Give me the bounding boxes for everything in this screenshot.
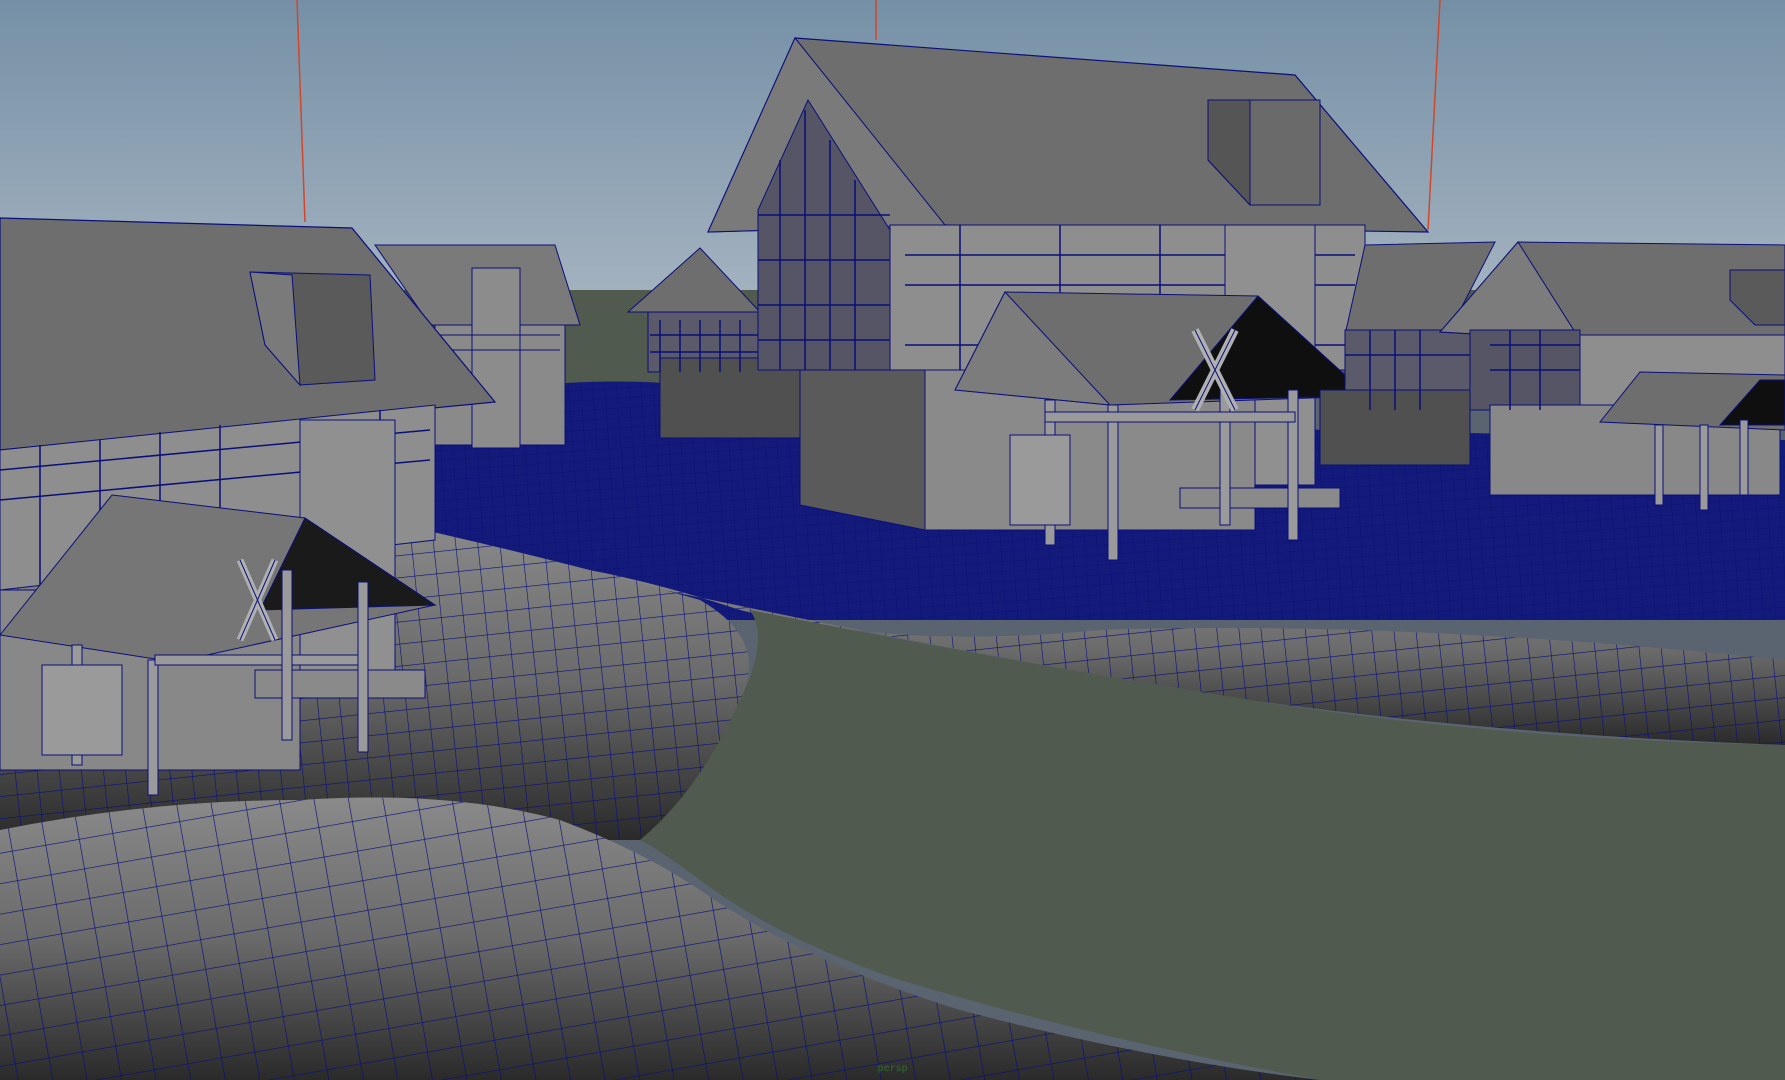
house-far-right [1438,241,1785,511]
3d-viewport[interactable]: persp [0,0,1785,1080]
scene-canvas[interactable] [0,0,1785,1080]
camera-label: persp [877,1063,908,1074]
